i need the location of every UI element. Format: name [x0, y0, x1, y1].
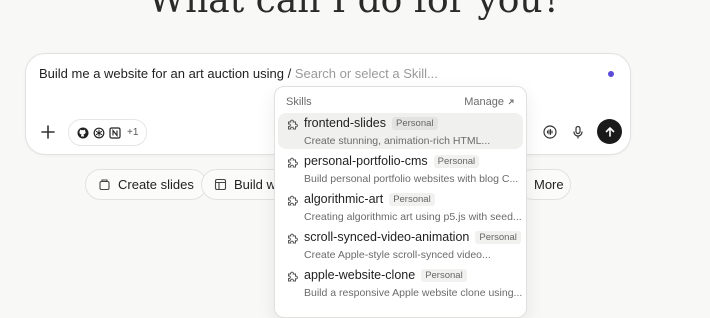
puzzle-icon — [288, 157, 298, 168]
skill-badge: Personal — [475, 230, 521, 244]
chip-label: Create slides — [118, 177, 194, 192]
slides-icon — [99, 179, 110, 191]
microphone-icon[interactable] — [569, 123, 587, 141]
skill-name: personal-portfolio-cms — [304, 154, 428, 168]
skill-item[interactable]: apple-website-clone Personal Build a res… — [278, 265, 523, 301]
arrow-up-icon — [605, 126, 614, 137]
skill-item[interactable]: frontend-slides Personal Create stunning… — [278, 113, 523, 149]
skill-name: apple-website-clone — [304, 268, 416, 282]
puzzle-icon — [288, 271, 298, 282]
prompt-text: Build me a website for an art auction us… — [39, 66, 295, 81]
add-attachment-button[interactable] — [36, 120, 60, 144]
skill-item[interactable]: algorithmic-art Personal Creating algori… — [278, 189, 523, 225]
github-icon — [77, 127, 89, 139]
skill-badge: Personal — [392, 116, 438, 130]
manage-label: Manage — [464, 96, 504, 108]
skill-name: frontend-slides — [304, 116, 386, 130]
skill-item[interactable]: scroll-synced-video-animation Personal C… — [278, 227, 523, 263]
puzzle-icon — [288, 119, 298, 130]
manage-skills-link[interactable]: Manage — [464, 96, 515, 108]
skill-title: scroll-synced-video-animation Personal — [304, 230, 521, 244]
voice-mode-icon[interactable] — [541, 123, 559, 141]
puzzle-icon — [288, 195, 298, 206]
skill-badge: Personal — [421, 268, 467, 282]
page-headline: What can I do for you? — [148, 0, 562, 21]
skill-badge: Personal — [389, 192, 435, 206]
external-arrow-icon — [508, 99, 514, 105]
skill-name: scroll-synced-video-animation — [304, 230, 470, 244]
status-dot — [608, 71, 614, 77]
send-button[interactable] — [597, 119, 622, 144]
connectors-button[interactable]: +1 — [68, 119, 148, 146]
skill-description: Creating algorithmic art using p5.js wit… — [304, 211, 522, 223]
plus-icon — [41, 125, 55, 139]
skills-dropdown: Skills Manage frontend-slides Personal C… — [274, 86, 527, 318]
skill-description: Create Apple-style scroll-synced video..… — [304, 249, 491, 261]
puzzle-icon — [288, 233, 298, 244]
skill-title: frontend-slides Personal — [304, 116, 438, 130]
create-slides-chip[interactable]: Create slides — [85, 169, 207, 200]
notion-icon — [109, 126, 121, 139]
skill-badge: Personal — [433, 154, 480, 168]
prompt-input[interactable]: Build me a website for an art auction us… — [39, 66, 438, 81]
skill-description: Build personal portfolio websites with b… — [304, 173, 519, 185]
skills-title: Skills — [286, 96, 312, 108]
skill-title: personal-portfolio-cms Personal — [304, 154, 480, 168]
skill-item[interactable]: personal-portfolio-cms Personal Build pe… — [278, 151, 523, 187]
skill-description: Build a responsive Apple website clone u… — [304, 287, 523, 299]
web-icon — [214, 178, 227, 191]
skill-description: Create stunning, animation-rich HTML... — [304, 135, 491, 147]
skill-name: algorithmic-art — [304, 192, 384, 206]
composer-right-tools — [541, 119, 622, 144]
skill-title: apple-website-clone Personal — [304, 268, 467, 282]
skills-header: Skills Manage — [286, 96, 515, 108]
skill-title: algorithmic-art Personal — [304, 192, 435, 206]
openai-icon — [93, 127, 105, 139]
connectors-more-count: +1 — [127, 127, 139, 138]
skill-search-placeholder: Search or select a Skill... — [294, 66, 438, 81]
chip-label: More — [534, 177, 564, 192]
